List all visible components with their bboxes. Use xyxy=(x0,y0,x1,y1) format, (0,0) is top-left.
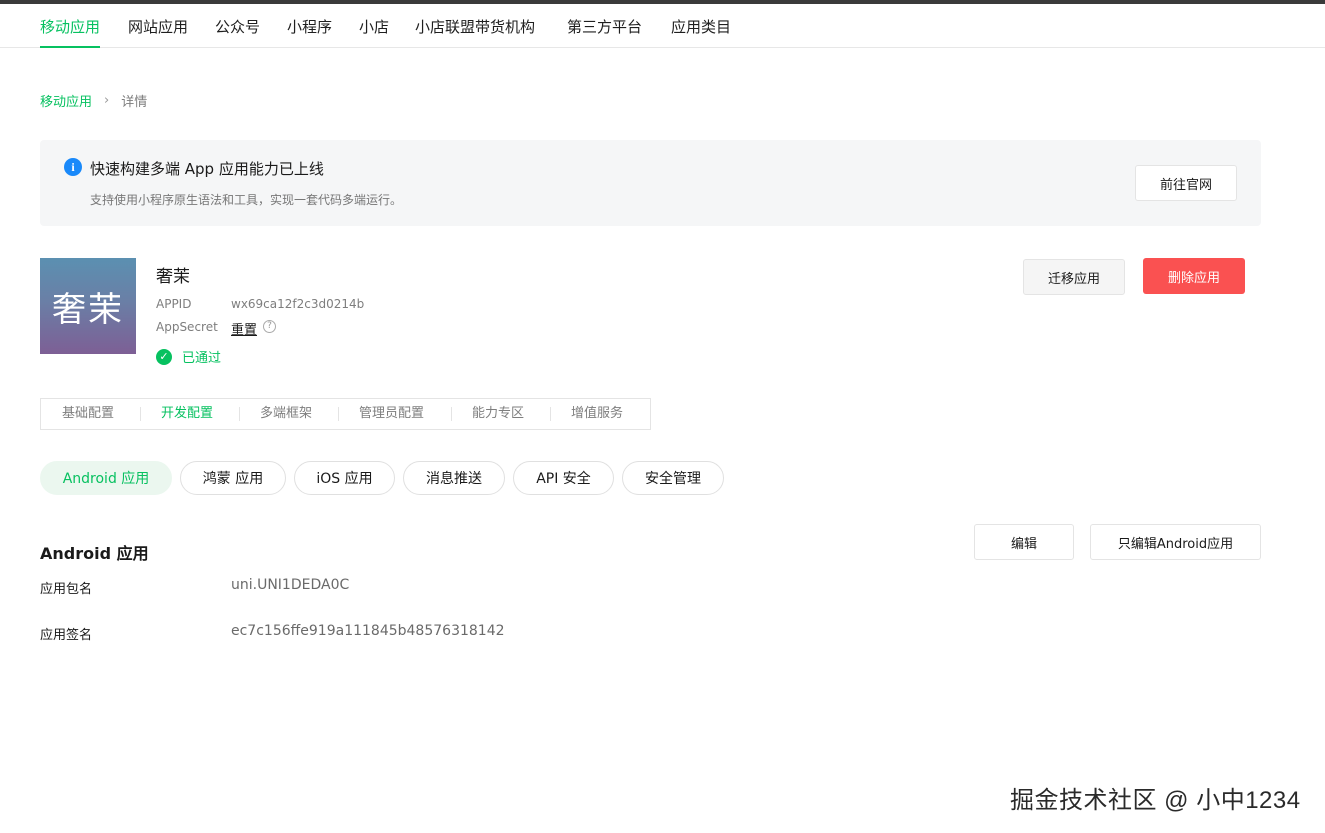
watermark: 掘金技术社区 @ 小中1234 xyxy=(1010,787,1301,814)
help-icon[interactable]: ? xyxy=(263,320,276,333)
nav-item-app-category[interactable]: 应用类目 xyxy=(671,16,731,48)
subtab-dev-config[interactable]: 开发配置 xyxy=(161,399,213,429)
subtab-divider xyxy=(239,407,240,421)
appsecret-reset-link[interactable]: 重置 xyxy=(231,319,257,338)
check-circle-icon: ✓ xyxy=(156,348,172,365)
subtab-multi-framework[interactable]: 多端框架 xyxy=(260,399,312,429)
approval-status: ✓ 已通过 xyxy=(156,347,221,366)
package-name-value: uni.UNI1DEDA0C xyxy=(231,577,350,593)
nav-item-mini-program[interactable]: 小程序 xyxy=(287,16,332,48)
config-subtabs: 基础配置 开发配置 多端框架 管理员配置 能力专区 增值服务 xyxy=(40,398,651,430)
nav-item-shop[interactable]: 小店 xyxy=(359,16,389,48)
pill-security-management[interactable]: 安全管理 xyxy=(622,461,724,495)
nav-item-shop-affiliate[interactable]: 小店联盟带货机构 xyxy=(415,16,535,48)
top-nav: 移动应用 网站应用 公众号 小程序 小店 小店联盟带货机构 第三方平台 应用类目 xyxy=(0,4,1325,48)
subtab-divider xyxy=(338,407,339,421)
app-avatar: 奢茉 xyxy=(40,258,136,354)
breadcrumb-current: 详情 xyxy=(121,95,148,110)
appid-label: APPID xyxy=(156,297,192,311)
app-name: 奢茉 xyxy=(156,267,190,287)
breadcrumb: 移动应用 › 详情 xyxy=(40,91,147,110)
notice-description: 支持使用小程序原生语法和工具，实现一套代码多端运行。 xyxy=(90,193,403,207)
pill-android-app[interactable]: Android 应用 xyxy=(40,461,172,495)
pill-ios-app[interactable]: iOS 应用 xyxy=(294,461,395,495)
subtab-capabilities[interactable]: 能力专区 xyxy=(472,399,524,429)
chevron-right-icon: › xyxy=(104,93,110,108)
signature-label: 应用签名 xyxy=(40,628,93,643)
appsecret-label: AppSecret xyxy=(156,320,218,334)
nav-item-mobile-app[interactable]: 移动应用 xyxy=(40,16,101,48)
package-name-label: 应用包名 xyxy=(40,582,93,597)
notice-banner: i 快速构建多端 App 应用能力已上线 支持使用小程序原生语法和工具，实现一套… xyxy=(40,140,1261,226)
pill-api-security[interactable]: API 安全 xyxy=(513,461,614,495)
section-title: Android 应用 xyxy=(40,544,149,563)
status-text: 已通过 xyxy=(182,351,222,366)
subtab-divider xyxy=(140,407,141,421)
info-icon: i xyxy=(64,158,82,176)
delete-app-button[interactable]: 删除应用 xyxy=(1143,258,1245,294)
edit-android-only-button[interactable]: 只编辑Android应用 xyxy=(1090,524,1261,560)
subtab-divider xyxy=(550,407,551,421)
migrate-app-button[interactable]: 迁移应用 xyxy=(1023,259,1125,295)
nav-item-third-party[interactable]: 第三方平台 xyxy=(567,16,642,48)
appid-value: wx69ca12f2c3d0214b xyxy=(231,297,365,311)
subtab-value-added[interactable]: 增值服务 xyxy=(571,399,623,429)
subtab-divider xyxy=(451,407,452,421)
notice-title: 快速构建多端 App 应用能力已上线 xyxy=(90,160,324,178)
breadcrumb-root-link[interactable]: 移动应用 xyxy=(40,91,92,110)
nav-item-official-account[interactable]: 公众号 xyxy=(215,16,260,48)
edit-button[interactable]: 编辑 xyxy=(974,524,1074,560)
pill-push-message[interactable]: 消息推送 xyxy=(403,461,505,495)
signature-value: ec7c156ffe919a111845b48576318142 xyxy=(231,623,505,639)
subtab-basic-config[interactable]: 基础配置 xyxy=(62,399,114,429)
subtab-admin-config[interactable]: 管理员配置 xyxy=(359,399,424,429)
nav-item-website-app[interactable]: 网站应用 xyxy=(128,16,188,48)
pill-harmony-app[interactable]: 鸿蒙 应用 xyxy=(180,461,286,495)
goto-official-site-button[interactable]: 前往官网 xyxy=(1135,165,1237,201)
